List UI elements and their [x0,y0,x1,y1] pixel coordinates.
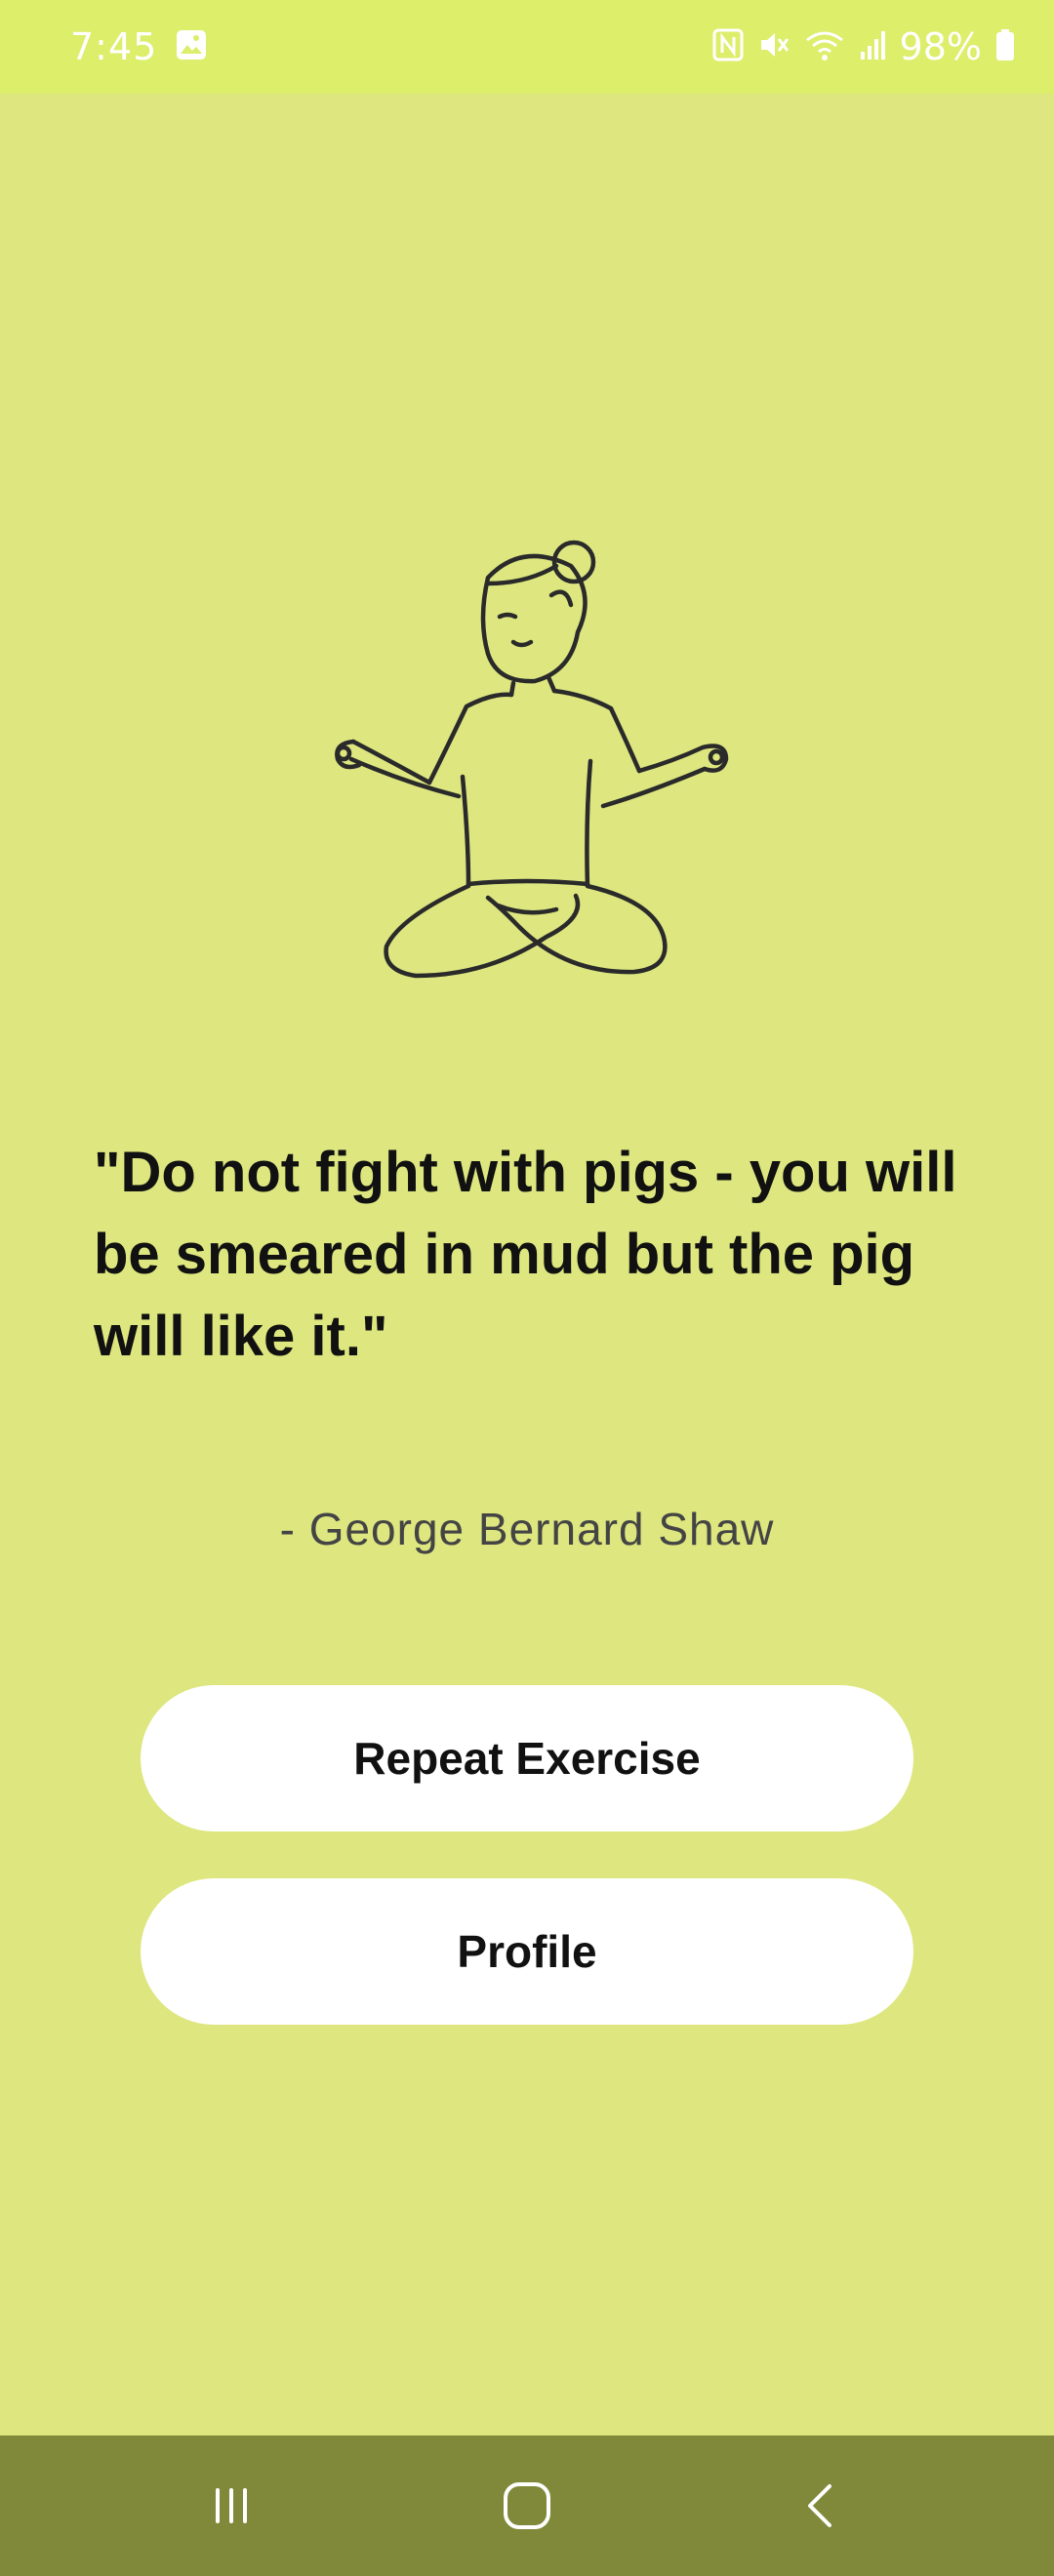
quote-author: - George Bernard Shaw [279,1504,775,1554]
home-icon[interactable] [429,2435,625,2576]
status-right: 98% [699,25,1015,68]
wifi-icon [790,28,845,66]
navigation-bar [0,2435,1054,2576]
back-icon[interactable] [724,2435,919,2576]
battery-icon [982,28,1015,66]
status-time: 7:45 [70,25,158,68]
nfc-icon [699,28,744,66]
quote-text: "Do not fight with pigs - you will be sm… [94,1141,957,1368]
mute-icon [744,28,790,66]
battery-percent: 98% [899,25,982,68]
status-bar: 7:45 98% [0,0,1054,94]
status-left: 7:45 [70,25,208,68]
meditation-illustration [335,540,729,979]
recent-apps-icon[interactable] [134,2435,329,2576]
profile-button[interactable]: Profile [141,1878,913,2025]
repeat-exercise-button[interactable]: Repeat Exercise [141,1685,913,1831]
gallery-icon [175,28,208,66]
signal-icon [845,28,888,66]
